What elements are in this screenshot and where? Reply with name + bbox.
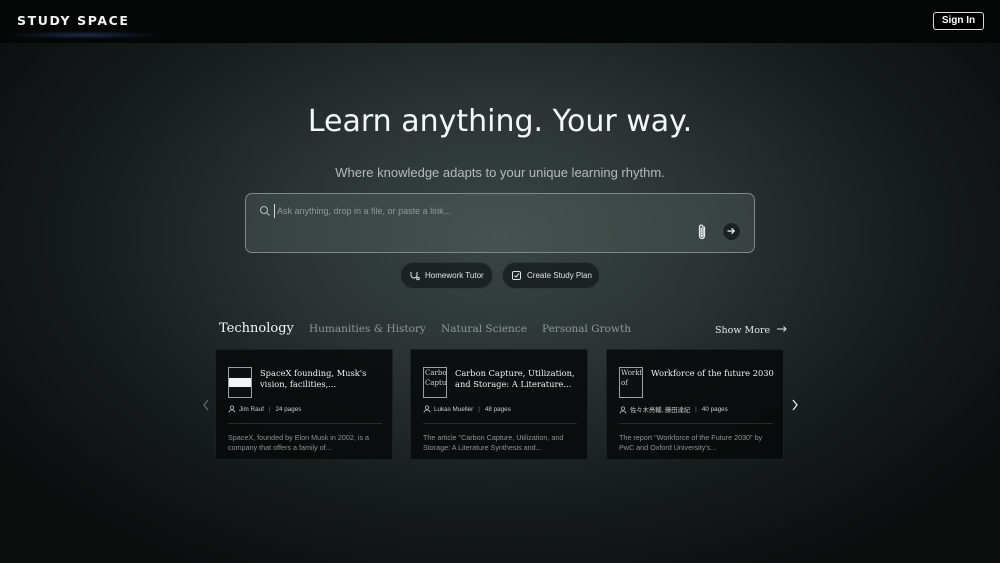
tab-natural-science[interactable]: Natural Science: [441, 323, 527, 335]
divider: [228, 423, 382, 424]
card-description: The article "Carbon Capture, Utilization…: [423, 433, 564, 452]
document-card[interactable]: SpaceX founding, Musk's vision, faciliti…: [215, 349, 393, 460]
create-study-plan-button[interactable]: Create Study Plan: [502, 262, 600, 289]
hero-title: Learn anything. Your way.: [307, 104, 693, 139]
card-meta: Jim Rauf | 24 pages: [228, 405, 301, 413]
user-icon: [228, 405, 236, 413]
card-pages: 24 pages: [275, 405, 302, 413]
chip-label: Homework Tutor: [425, 271, 484, 280]
card-author: Jim Rauf: [239, 405, 264, 413]
chevron-right-icon[interactable]: [789, 397, 801, 413]
study-plan-icon: [512, 271, 521, 280]
arrow-right-icon: [777, 326, 787, 332]
search-input[interactable]: [274, 204, 694, 218]
arrow-right-icon: [727, 227, 736, 235]
document-thumbnail: Carbon Capture: [423, 367, 447, 398]
brand-glow: [4, 30, 164, 40]
card-title: SpaceX founding, Musk's vision, faciliti…: [260, 368, 367, 389]
tab-personal-growth[interactable]: Personal Growth: [542, 323, 631, 335]
chip-label: Create Study Plan: [527, 271, 592, 280]
tab-humanities-history[interactable]: Humanities & History: [309, 323, 426, 335]
homework-tutor-button[interactable]: Homework Tutor: [400, 262, 493, 289]
card-meta: Lukas Mueller | 48 pages: [423, 405, 511, 413]
tutor-icon: [410, 272, 420, 281]
card-pages: 48 pages: [484, 405, 511, 413]
document-card[interactable]: Carbon Capture Carbon Capture, Utilizati…: [410, 349, 588, 460]
document-thumbnail: [228, 367, 252, 398]
brand-logo[interactable]: STUDY SPACE: [17, 13, 130, 28]
card-title: Carbon Capture, Utilization, and Storage…: [455, 368, 575, 389]
paperclip-icon[interactable]: [694, 222, 710, 242]
show-more-link[interactable]: Show More: [715, 325, 788, 336]
tab-technology[interactable]: Technology: [219, 321, 294, 336]
document-thumbnail: Workforce of: [619, 367, 643, 398]
card-author: 佐々木亮輔, 藤田達紀: [630, 407, 691, 414]
hero-subtitle: Where knowledge adapts to your unique le…: [335, 165, 665, 180]
card-meta: 佐々木亮輔, 藤田達紀 | 40 pages: [619, 405, 728, 414]
card-description: The report "Workforce of the Future 2030…: [619, 433, 763, 452]
sign-in-button[interactable]: Sign In: [933, 12, 984, 30]
document-card[interactable]: Workforce of Workforce of the future 203…: [606, 349, 784, 460]
card-author: Lukas Mueller: [434, 405, 474, 413]
user-icon: [619, 405, 627, 414]
search-box[interactable]: [245, 193, 755, 253]
card-description: SpaceX, founded by Elon Musk in 2002, is…: [228, 433, 370, 452]
card-title: Workforce of the future 2030: [651, 368, 774, 378]
chevron-left-icon[interactable]: [200, 397, 212, 413]
category-tabs: Technology Humanities & History Natural …: [0, 321, 1000, 341]
search-icon: [259, 205, 270, 216]
card-pages: 40 pages: [701, 406, 728, 413]
send-button[interactable]: [722, 222, 741, 241]
show-more-label: Show More: [715, 325, 771, 336]
divider: [619, 423, 773, 424]
top-bar: STUDY SPACE Sign In: [0, 0, 1000, 43]
user-icon: [423, 405, 431, 413]
divider: [423, 423, 577, 424]
